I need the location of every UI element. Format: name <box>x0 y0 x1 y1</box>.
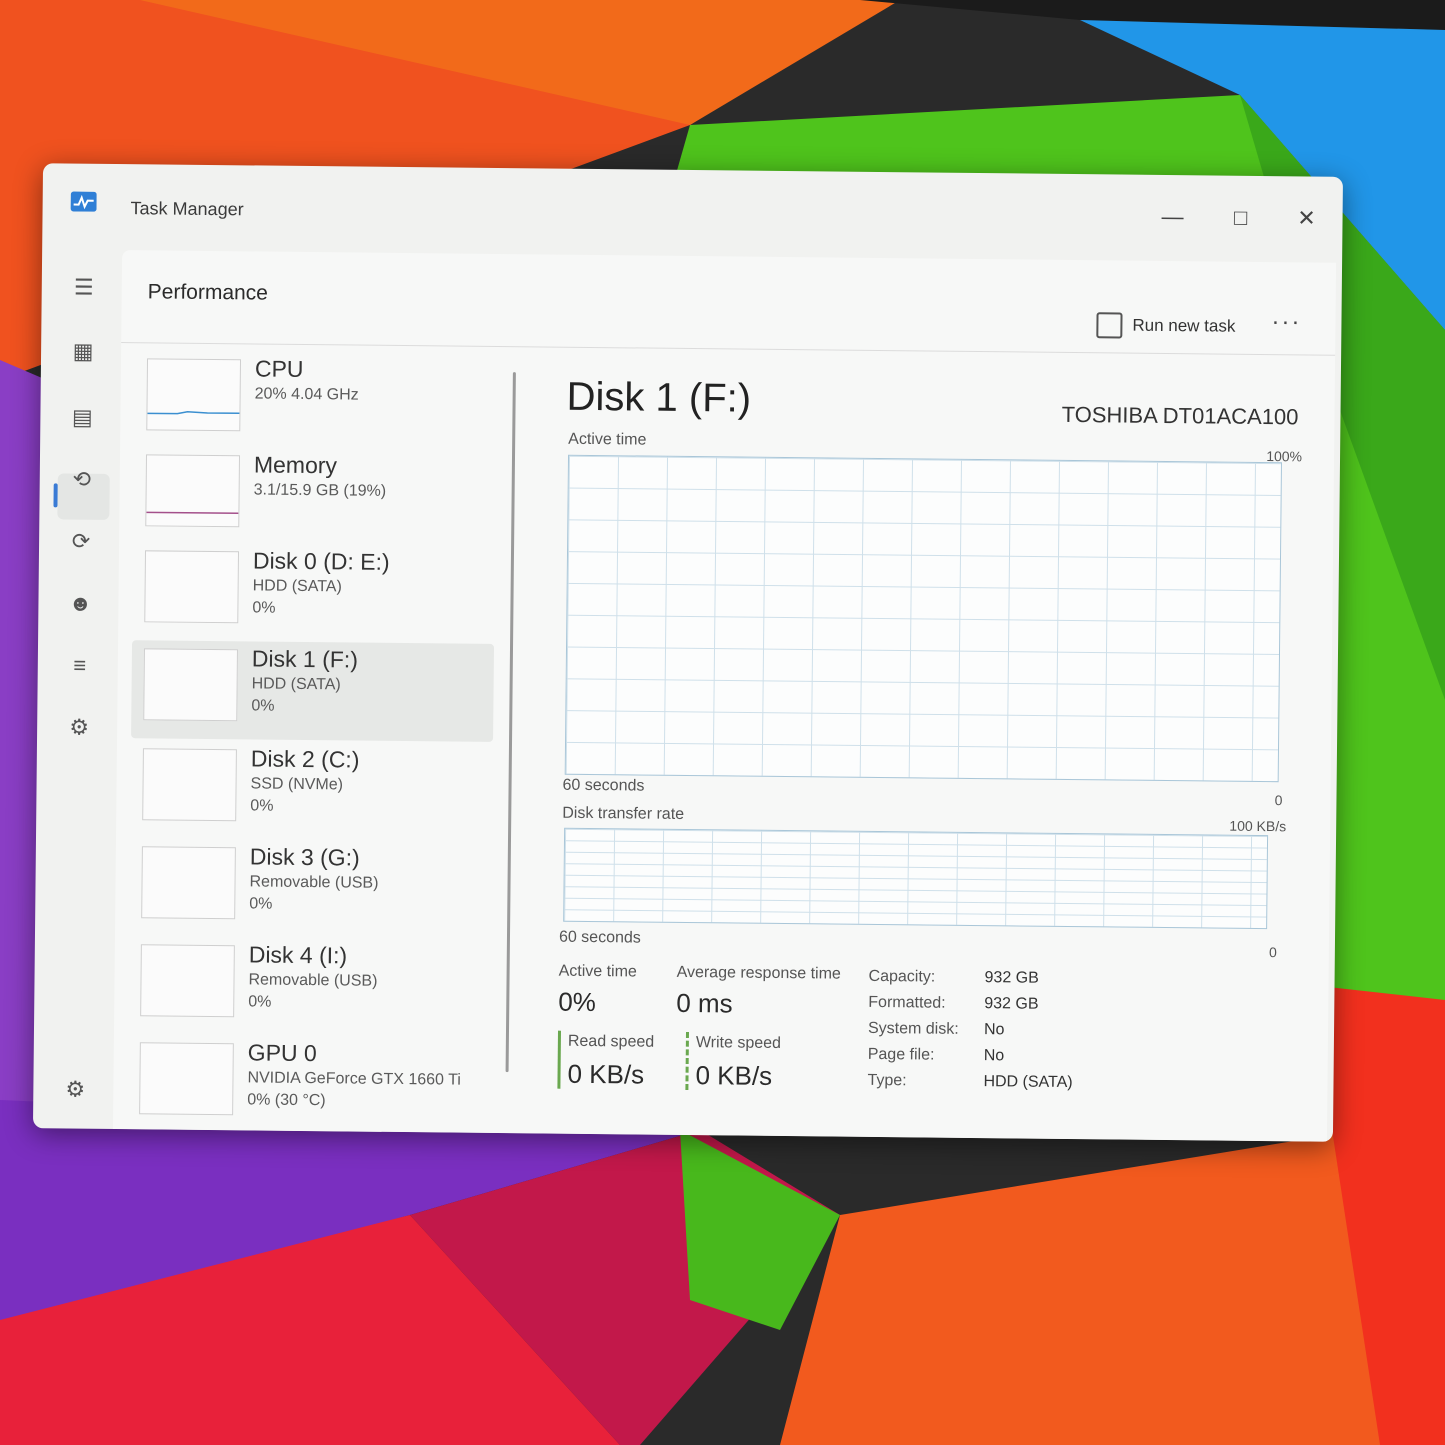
graph-transfer-rate-span: 60 seconds <box>558 928 641 947</box>
users-icon[interactable]: ☻ <box>66 589 94 617</box>
device-name: CPU <box>254 355 304 382</box>
avg-response-label: Average response time <box>676 963 841 983</box>
transfer-rate-graph <box>563 827 1269 930</box>
more-options-button[interactable]: ··· <box>1271 308 1301 336</box>
page-title: Performance <box>147 280 269 305</box>
type-label: Type: <box>867 1071 907 1090</box>
device-thumbnail <box>146 358 242 432</box>
device-subtitle: 3.1/15.9 GB (19%) <box>253 481 387 500</box>
device-item-gpu-0[interactable]: GPU 0 NVIDIA GeForce GTX 1660 Ti 0% (30 … <box>127 1034 490 1136</box>
performance-icon[interactable]: ▤ <box>68 403 96 431</box>
minimize-button[interactable]: — <box>1152 201 1192 233</box>
device-subtitle: HDD (SATA) <box>252 577 342 596</box>
device-usage: 0% (30 °C) <box>247 1091 326 1110</box>
write-speed-value: 0 KB/s <box>695 1060 773 1091</box>
device-item-cpu[interactable]: CPU 20% 4.04 GHz <box>134 350 497 452</box>
device-usage: 0% <box>252 599 276 617</box>
disk-model: TOSHIBA DT01ACA100 <box>1061 401 1299 430</box>
run-new-task-label: Run new task <box>1132 315 1236 336</box>
device-thumbnail <box>143 648 238 722</box>
write-speed-label: Write speed <box>695 1034 782 1052</box>
device-subtitle: 20% 4.04 GHz <box>254 385 359 404</box>
page-file-value: No <box>983 1047 1005 1065</box>
close-button[interactable]: ✕ <box>1286 202 1326 234</box>
settings-icon[interactable]: ⚙ <box>61 1075 89 1103</box>
device-thumbnail <box>142 748 237 822</box>
nav-active-indicator <box>53 483 58 508</box>
performance-page: Performance Run new task ··· CPU 20% 4.0… <box>112 250 1337 1142</box>
capacity-value: 932 GB <box>984 969 1039 987</box>
device-subtitle: SSD (NVMe) <box>250 775 344 794</box>
app-history-icon[interactable]: ⟲ <box>68 465 96 493</box>
active-time-stat-value: 0% <box>558 986 597 1018</box>
startup-apps-icon[interactable]: ⟳ <box>67 527 95 555</box>
graph-active-time-label: Active time <box>568 430 647 449</box>
avg-response-value: 0 ms <box>676 987 733 1019</box>
device-usage: 0% <box>251 697 275 715</box>
read-speed-value: 0 KB/s <box>567 1058 645 1090</box>
maximize-button[interactable]: □ <box>1220 202 1260 234</box>
run-new-task-button[interactable]: Run new task <box>1096 312 1236 339</box>
device-name: Disk 1 (F:) <box>251 645 359 673</box>
device-thumbnail <box>144 550 240 624</box>
run-task-icon <box>1096 312 1123 339</box>
capacity-label: Capacity: <box>868 967 936 986</box>
device-list: CPU 20% 4.04 GHz Memory 3.1/15.9 GB (19%… <box>127 350 497 1133</box>
device-name: GPU 0 <box>247 1039 317 1067</box>
device-usage: 0% <box>248 993 272 1011</box>
memory-mini-graph <box>146 511 239 515</box>
services-icon[interactable]: ⚙ <box>65 713 93 741</box>
formatted-label: Formatted: <box>868 993 946 1012</box>
device-usage: 0% <box>250 797 274 815</box>
graph-transfer-rate-max: 100 KB/s <box>1229 817 1287 835</box>
system-disk-value: No <box>983 1021 1005 1039</box>
device-item-disk-0[interactable]: Disk 0 (D: E:) HDD (SATA) 0% <box>132 542 495 644</box>
page-file-label: Page file: <box>867 1045 935 1064</box>
device-name: Disk 2 (C:) <box>250 745 360 773</box>
device-thumbnail <box>141 846 236 920</box>
device-item-disk-2[interactable]: Disk 2 (C:) SSD (NVMe) 0% <box>130 740 493 842</box>
disk-detail-panel: Disk 1 (F:) TOSHIBA DT01ACA100 Active ti… <box>523 354 1321 1141</box>
device-subtitle: HDD (SATA) <box>251 675 341 694</box>
device-name: Disk 0 (D: E:) <box>252 547 390 575</box>
device-subtitle: Removable (USB) <box>248 971 378 990</box>
graph-active-time-min: 0 <box>1274 792 1283 809</box>
details-icon[interactable]: ≡ <box>66 651 94 679</box>
processes-icon[interactable]: ▦ <box>69 338 97 366</box>
device-name: Memory <box>253 451 338 479</box>
device-name: Disk 4 (I:) <box>248 941 348 969</box>
device-thumbnail <box>139 1042 234 1116</box>
type-value: HDD (SATA) <box>983 1073 1073 1092</box>
device-usage: 0% <box>249 895 273 913</box>
device-subtitle: Removable (USB) <box>249 873 379 892</box>
write-speed-indicator <box>685 1032 689 1091</box>
device-thumbnail <box>140 944 235 1018</box>
device-item-disk-1[interactable]: Disk 1 (F:) HDD (SATA) 0% <box>131 640 495 742</box>
active-time-graph <box>564 454 1282 783</box>
read-speed-indicator <box>557 1030 562 1089</box>
read-speed-label: Read speed <box>567 1032 655 1051</box>
system-disk-label: System disk: <box>867 1019 959 1038</box>
graph-active-time-span: 60 seconds <box>562 776 645 795</box>
title-bar: Task Manager — □ ✕ <box>42 163 1343 257</box>
device-item-memory[interactable]: Memory 3.1/15.9 GB (19%) <box>133 446 496 548</box>
device-item-disk-3[interactable]: Disk 3 (G:) Removable (USB) 0% <box>129 838 492 940</box>
hamburger-icon[interactable]: ☰ <box>70 274 98 302</box>
formatted-value: 932 GB <box>984 995 1039 1013</box>
detail-title: Disk 1 (F:) <box>566 374 752 421</box>
cpu-mini-graph <box>147 410 240 415</box>
task-manager-window: Task Manager — □ ✕ ☰ ▦ ▤ ⟲ ⟳ ☻ ≡ ⚙ ⚙ Per… <box>32 163 1343 1142</box>
device-list-scrollbar[interactable] <box>505 372 516 1073</box>
active-time-stat-label: Active time <box>558 962 637 981</box>
graph-transfer-rate-min: 0 <box>1268 944 1277 961</box>
window-title: Task Manager <box>130 198 244 220</box>
device-subtitle: NVIDIA GeForce GTX 1660 Ti <box>247 1069 461 1089</box>
nav-rail: ☰ ▦ ▤ ⟲ ⟳ ☻ ≡ ⚙ ⚙ <box>33 243 122 1129</box>
graph-transfer-rate-label: Disk transfer rate <box>562 804 685 823</box>
device-name: Disk 3 (G:) <box>249 843 360 871</box>
device-thumbnail <box>145 454 241 528</box>
task-manager-app-icon <box>70 191 97 212</box>
device-item-disk-4[interactable]: Disk 4 (I:) Removable (USB) 0% <box>128 936 491 1038</box>
